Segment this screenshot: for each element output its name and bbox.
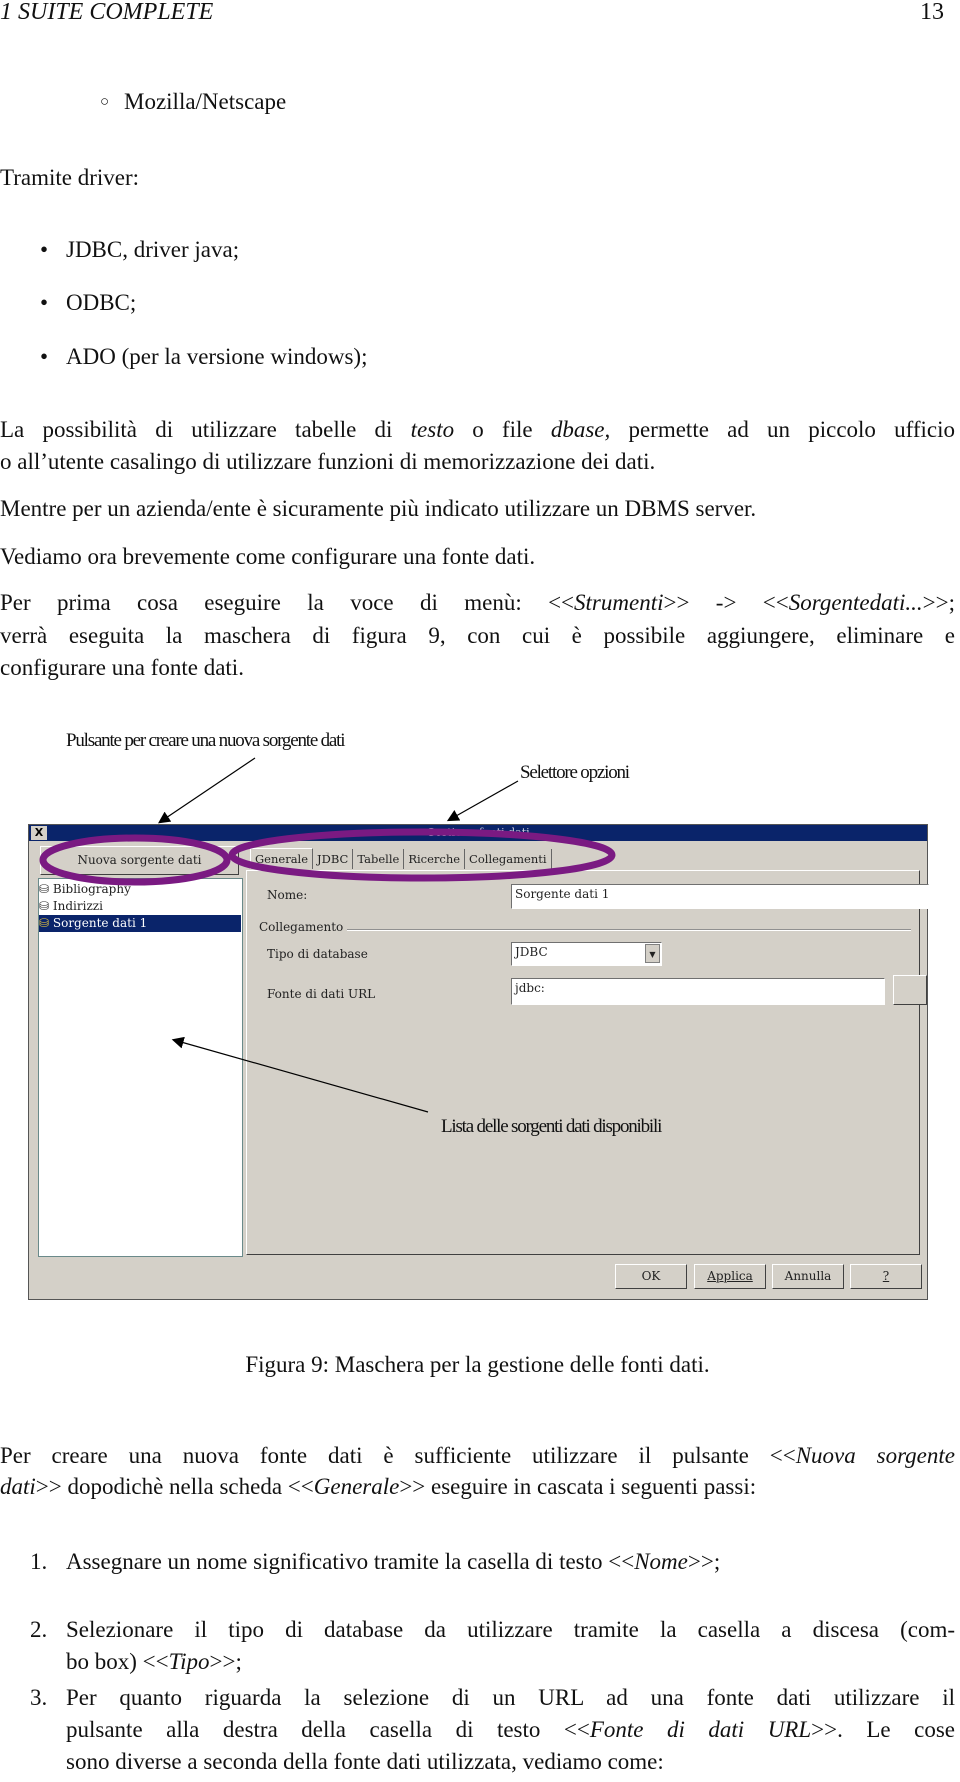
text-run: >>; [687, 1549, 721, 1574]
text-line: pulsante alla destra della casella di te… [66, 1714, 955, 1746]
figure-caption: Figura 9: Maschera per la gestione delle… [245, 1352, 710, 1377]
text-line: dati>> dopodichè nella scheda <<Generale… [0, 1471, 955, 1503]
emphasis-text: Nome [634, 1549, 688, 1574]
text-run: >> dopodichè nella scheda << [35, 1474, 314, 1499]
annotation-list: Lista delle sorgenti dati disponibili [441, 1116, 662, 1137]
text-line: Selezionare il tipo di database da utili… [66, 1614, 955, 1646]
text-run: >> eseguire in cascata i seguenti passi: [399, 1474, 757, 1499]
text-line: sono diverse a seconda della fonte dati … [66, 1746, 955, 1778]
emphasis-text: Fonte di dati URL [589, 1717, 812, 1742]
text-line: bo box) <<Tipo>>; [66, 1646, 955, 1678]
step-number: 2. [30, 1617, 48, 1642]
text-line: Per creare una nuova fonte dati è suffic… [0, 1440, 955, 1472]
arrow-tabs [446, 780, 519, 822]
emphasis-text: Tipo [168, 1649, 210, 1674]
arrow-new-button [158, 757, 256, 824]
text-run: Assegnare un nome significativo tramite … [66, 1549, 635, 1574]
text-line: Assegnare un nome significativo tramite … [66, 1546, 955, 1578]
figure-overlay [39, 757, 616, 1113]
highlight-ellipse-new-button [39, 834, 231, 886]
text-line: Per quanto riguarda la selezione di un U… [66, 1682, 955, 1714]
step-number: 1. [30, 1549, 48, 1574]
highlight-ellipse-tabs [228, 828, 616, 882]
text-run: Selezionare il tipo di database da utili… [66, 1617, 955, 1642]
text-run: >>; [209, 1649, 242, 1674]
text-run: bo box) << [66, 1649, 169, 1674]
text-run: >>. Le cose [811, 1717, 955, 1742]
text-run: pulsante alla destra della casella di te… [66, 1717, 590, 1742]
arrow-list [171, 1036, 429, 1113]
step-number: 3. [30, 1685, 48, 1710]
emphasis-text: dati [0, 1474, 36, 1499]
text-run: sono diverse a seconda della fonte dati … [66, 1749, 664, 1774]
text-run: Per quanto riguarda la selezione di un U… [66, 1685, 955, 1710]
emphasis-text: Nuova sorgente [795, 1443, 955, 1468]
emphasis-text: Generale [313, 1474, 400, 1499]
text-run: Per creare una nuova fonte dati è suffic… [0, 1443, 796, 1468]
